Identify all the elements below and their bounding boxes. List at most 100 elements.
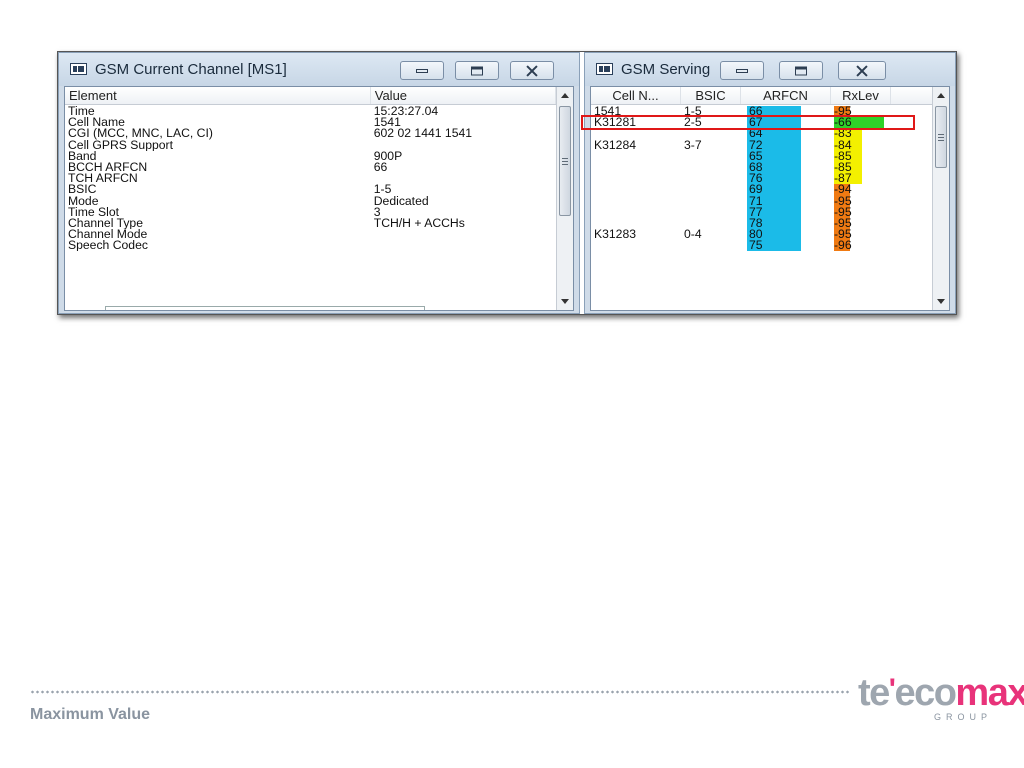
table-row[interactable]: 77 -95 — [591, 206, 932, 218]
chevron-up-icon — [561, 93, 569, 98]
window-titlebar[interactable]: GSM Current Channel [MS1] — [59, 53, 579, 86]
cell-rxlev: -85 — [831, 161, 891, 174]
column-header-value[interactable]: Value — [371, 87, 556, 104]
thumb-grip — [938, 134, 944, 135]
maximize-icon — [471, 66, 483, 75]
cell-value — [371, 173, 556, 184]
cell-value: TCH/H + ACCHs — [373, 217, 465, 230]
minimize-button[interactable] — [720, 61, 764, 80]
scrollbar-thumb[interactable] — [935, 106, 947, 168]
chevron-up-icon — [937, 93, 945, 98]
thumb-grip — [938, 140, 944, 141]
cell-rxlev: -84 — [831, 139, 891, 151]
cell-bsic — [681, 207, 741, 218]
max-value-highlight-box — [581, 115, 915, 131]
rxlev-value: -85 — [834, 161, 862, 174]
cell-name: K31283 — [594, 229, 637, 241]
maximize-icon — [795, 66, 807, 75]
vertical-scrollbar[interactable] — [556, 87, 573, 310]
table-row[interactable]: 71 -95 — [591, 195, 932, 207]
screenshot-frame: GSM Current Channel [MS1] Element Value … — [57, 51, 957, 315]
table-row[interactable]: TCH ARFCN — [65, 173, 556, 184]
table-row[interactable]: K31283 0-4 80 -95 — [591, 229, 932, 241]
rxlev-value: -95 — [834, 195, 852, 207]
cell-value — [371, 229, 556, 240]
table-row[interactable]: Channel Mode — [65, 229, 556, 240]
close-icon — [526, 65, 538, 77]
minimize-icon — [736, 68, 748, 73]
table-row[interactable]: CGI (MCC, MNC, LAC, CI) 602 02 1441 1541 — [65, 128, 556, 139]
maximize-button[interactable] — [779, 61, 823, 80]
table-row[interactable]: 65 -85 — [591, 150, 932, 162]
arfcn-value: 69 — [747, 184, 801, 196]
telecomax-logo: te'ecomax GROUP — [858, 668, 1024, 738]
table-row[interactable]: Speech Codec — [65, 240, 556, 251]
table-row[interactable]: 75 -96 — [591, 240, 932, 252]
table-row[interactable]: 69 -94 — [591, 184, 932, 196]
cell-value: 602 02 1441 1541 — [373, 128, 473, 140]
cell-arfcn: 72 — [741, 139, 831, 151]
table-row[interactable]: 76 -87 — [591, 173, 932, 185]
table-row[interactable]: BCCH ARFCN 66 — [65, 162, 556, 173]
table-row[interactable]: Band 900P — [65, 151, 556, 162]
column-header-cell-name[interactable]: Cell N... — [591, 87, 681, 104]
column-header-element[interactable]: Element — [65, 87, 371, 104]
minimize-button[interactable] — [400, 61, 444, 80]
cell-arfcn: 71 — [741, 195, 831, 207]
table-row[interactable]: K31284 3-7 72 -84 — [591, 139, 932, 151]
grid-rows: Time 15:23:27.04 Cell Name 1541 CGI (MCC, MN… — [65, 106, 556, 251]
cell-bsic — [681, 196, 741, 207]
cell-element: Cell GPRS Support — [68, 139, 173, 151]
rxlev-value: -87 — [834, 173, 862, 185]
cell-bsic: 0-4 — [684, 229, 702, 241]
arfcn-value: 76 — [747, 173, 801, 185]
arfcn-value: 71 — [747, 195, 801, 207]
cell-value — [371, 240, 556, 251]
thumb-grip — [562, 161, 568, 162]
bottom-edit-field[interactable] — [105, 306, 425, 310]
thumb-grip — [562, 158, 568, 159]
column-header-bsic[interactable]: BSIC — [681, 87, 741, 104]
table-row[interactable]: 78 -95 — [591, 217, 932, 230]
column-header-rxlev[interactable]: RxLev — [831, 87, 891, 104]
table-row[interactable]: Channel Type TCH/H + ACCHs — [65, 218, 556, 229]
close-button[interactable] — [510, 61, 554, 80]
table-row[interactable]: BSIC 1-5 — [65, 184, 556, 195]
minimize-icon — [416, 68, 428, 73]
scroll-down-button[interactable] — [933, 293, 949, 310]
scroll-up-button[interactable] — [557, 87, 573, 104]
cell-name: K31284 — [594, 139, 637, 151]
table-row[interactable]: 68 -85 — [591, 161, 932, 174]
cell-value: 3 — [373, 206, 381, 218]
cell-bsic — [681, 173, 741, 184]
table-row[interactable]: Time 15:23:27.04 — [65, 106, 556, 117]
cell-value — [371, 140, 556, 151]
close-button[interactable] — [838, 61, 886, 80]
cell-arfcn: 68 — [741, 161, 831, 174]
cell-name — [591, 218, 681, 229]
vertical-scrollbar[interactable] — [932, 87, 949, 310]
table-row[interactable]: Cell GPRS Support — [65, 140, 556, 151]
logo-text-part2: eco — [894, 672, 956, 714]
scroll-down-button[interactable] — [557, 293, 573, 310]
table-row[interactable]: Time Slot 3 — [65, 207, 556, 218]
cell-arfcn: 80 — [741, 229, 831, 241]
scrollbar-thumb[interactable] — [559, 106, 571, 216]
window-titlebar[interactable]: GSM Serving ... — [585, 53, 955, 86]
table-row[interactable]: Cell Name 1541 — [65, 117, 556, 128]
cell-rxlev: -87 — [831, 173, 891, 185]
cell-element: Channel Type — [68, 217, 143, 230]
cell-arfcn: 76 — [741, 173, 831, 185]
column-header-arfcn[interactable]: ARFCN — [741, 87, 831, 104]
cell-rxlev: -95 — [831, 195, 891, 207]
footer-caption: Maximum Value — [30, 706, 151, 723]
scroll-up-button[interactable] — [933, 87, 949, 104]
arfcn-value: 68 — [747, 161, 801, 174]
table-row[interactable]: Mode Dedicated — [65, 196, 556, 207]
cell-bsic — [681, 218, 741, 229]
cell-bsic: 3-7 — [684, 139, 702, 151]
maximize-button[interactable] — [455, 61, 499, 80]
cell-element: BSIC — [68, 184, 97, 196]
gsm-current-channel-window: GSM Current Channel [MS1] Element Value … — [58, 52, 580, 314]
cell-name — [591, 184, 681, 195]
